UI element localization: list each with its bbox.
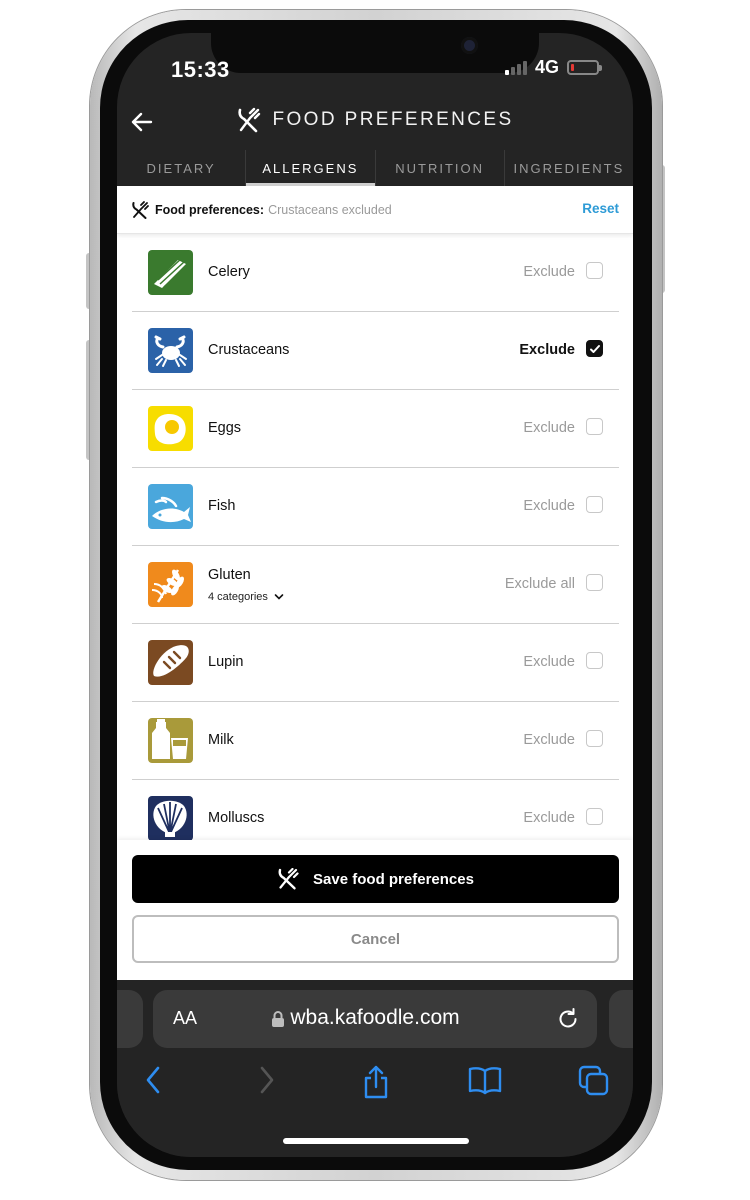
address-bar[interactable]: AA wba.kafoodle.com	[153, 990, 597, 1048]
fish-icon	[148, 484, 193, 529]
exclude-label: Exclude	[523, 420, 575, 436]
tabs-icon[interactable]	[577, 1064, 611, 1098]
allergen-row-milk[interactable]: Milk Exclude	[132, 702, 619, 780]
reload-icon[interactable]	[555, 1006, 581, 1032]
utensils-icon	[238, 107, 261, 133]
exclude-checkbox-molluscs[interactable]	[586, 808, 603, 825]
category-tabs: DIETARY ALLERGENS NUTRITION INGREDIENTS	[117, 150, 633, 186]
exclude-checkbox-milk[interactable]	[586, 730, 603, 747]
allergen-name: Fish	[208, 498, 236, 514]
exclude-all-label: Exclude all	[504, 576, 575, 592]
screen: 15:33 4G FOOD PREFERENCES DIETARY ALLERG…	[117, 33, 633, 1157]
preferences-summary: Food preferences: Crustaceans excluded R…	[117, 186, 633, 234]
celery-icon	[148, 250, 193, 295]
checkmark-icon	[589, 344, 600, 353]
exclude-label: Exclude	[519, 342, 575, 358]
previous-tab-preview[interactable]	[117, 990, 143, 1048]
tab-ingredients[interactable]: INGREDIENTS	[505, 150, 633, 186]
tab-dietary[interactable]: DIETARY	[117, 150, 247, 186]
home-indicator	[283, 1138, 469, 1144]
allergen-row-gluten[interactable]: Gluten 4 categories Exclude all	[132, 546, 619, 624]
bread-icon	[148, 640, 193, 685]
network-label: 4G	[534, 57, 559, 77]
chevron-down-icon	[274, 594, 284, 600]
exclude-checkbox-eggs[interactable]	[586, 418, 603, 435]
battery-icon	[567, 60, 602, 75]
header: FOOD PREFERENCES	[117, 103, 633, 147]
exclude-checkbox-crustaceans[interactable]	[586, 340, 603, 357]
allergen-row-fish[interactable]: Fish Exclude	[132, 468, 619, 546]
exclude-checkbox-lupin[interactable]	[586, 652, 603, 669]
browser-back-icon[interactable]	[143, 1064, 165, 1096]
reset-button[interactable]: Reset	[582, 201, 619, 216]
exclude-label: Exclude	[523, 498, 575, 514]
browser-forward-icon[interactable]	[255, 1064, 277, 1096]
egg-icon	[148, 406, 193, 451]
utensils-icon	[278, 868, 299, 890]
exclude-label: Exclude	[523, 810, 575, 826]
gluten-categories-toggle[interactable]: 4 categories	[208, 591, 284, 603]
browser-chrome: AA wba.kafoodle.com	[117, 980, 633, 1157]
tab-nutrition[interactable]: NUTRITION	[376, 150, 505, 186]
preferences-label: Food preferences:	[155, 202, 265, 217]
page-title: FOOD PREFERENCES	[272, 109, 514, 130]
allergen-row-eggs[interactable]: Eggs Exclude	[132, 390, 619, 468]
allergen-name: Lupin	[208, 654, 244, 670]
exclude-label: Exclude	[523, 264, 575, 280]
exclude-checkbox-celery[interactable]	[586, 262, 603, 279]
save-preferences-button[interactable]: Save food preferences	[132, 855, 619, 903]
crab-icon	[148, 328, 193, 373]
notch	[211, 33, 539, 73]
allergen-name: Gluten	[208, 567, 251, 583]
signal-icon	[504, 60, 527, 75]
status-indicators: 4G	[504, 57, 602, 78]
exclude-label: Exclude	[523, 732, 575, 748]
save-label: Save food preferences	[313, 870, 474, 888]
utensils-icon	[132, 200, 149, 219]
share-icon[interactable]	[361, 1064, 391, 1100]
preferences-value: Crustaceans excluded	[268, 202, 392, 217]
categories-label: 4 categories	[208, 591, 268, 603]
shell-icon	[148, 796, 193, 841]
front-camera	[461, 37, 478, 54]
allergen-list: Celery Exclude Crustaceans Exclude Eggs …	[132, 234, 619, 858]
cancel-button[interactable]: Cancel	[132, 915, 619, 963]
bookmarks-icon[interactable]	[467, 1064, 503, 1096]
milk-icon	[148, 718, 193, 763]
allergen-row-lupin[interactable]: Lupin Exclude	[132, 624, 619, 702]
allergen-name: Celery	[208, 264, 250, 280]
wheat-icon	[148, 562, 193, 607]
allergen-row-crustaceans[interactable]: Crustaceans Exclude	[132, 312, 619, 390]
browser-toolbar	[117, 1060, 633, 1104]
allergen-row-celery[interactable]: Celery Exclude	[132, 234, 619, 312]
status-time: 15:33	[171, 57, 230, 82]
url-text: wba.kafoodle.com	[290, 1006, 460, 1029]
next-tab-preview[interactable]	[609, 990, 633, 1048]
allergen-name: Molluscs	[208, 810, 265, 826]
exclude-checkbox-fish[interactable]	[586, 496, 603, 513]
exclude-label: Exclude	[523, 654, 575, 670]
exclude-checkbox-gluten[interactable]	[586, 574, 603, 591]
allergen-name: Milk	[208, 732, 234, 748]
tab-allergens[interactable]: ALLERGENS	[246, 150, 376, 186]
action-footer: Save food preferences Cancel	[117, 840, 633, 980]
allergen-name: Crustaceans	[208, 342, 290, 358]
allergen-name: Eggs	[208, 420, 242, 436]
allergen-panel: Food preferences: Crustaceans excluded R…	[117, 186, 633, 980]
